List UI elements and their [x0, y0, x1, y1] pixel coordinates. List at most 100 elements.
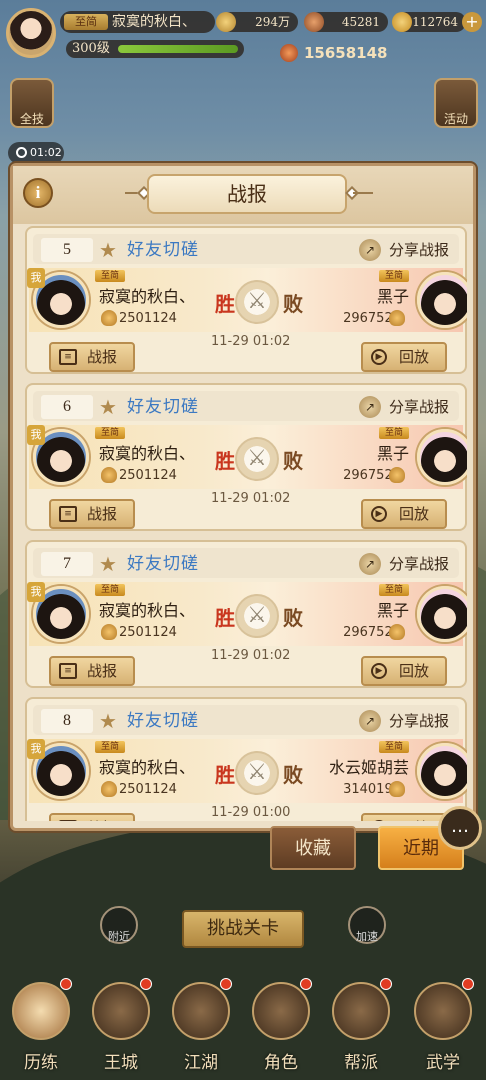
- character-icon: [252, 982, 310, 1040]
- power-icon: [101, 467, 117, 483]
- self-name: 寂寞的秋白、: [99, 601, 196, 620]
- view-report-button[interactable]: ≡ 战报: [49, 813, 135, 821]
- share-icon: ↗: [359, 710, 381, 732]
- nav-martial-arts[interactable]: 武学: [408, 976, 478, 1080]
- skills-side-button[interactable]: 全技: [10, 78, 54, 128]
- share-label: 分享战报: [389, 712, 450, 730]
- power-icon: [101, 781, 117, 797]
- chat-icon[interactable]: …: [438, 806, 482, 850]
- battle-strip: 我 至简 寂寞的秋白、 2501124 胜 ⚔ 败 至简 黑子 2967525: [27, 582, 467, 646]
- speed-up-button[interactable]: 加速: [348, 906, 386, 944]
- opponent-avatar[interactable]: [417, 743, 467, 799]
- nav-label: 帮派: [344, 1053, 378, 1073]
- report-icon: ≡: [59, 349, 77, 365]
- view-report-button[interactable]: ≡ 战报: [49, 656, 135, 686]
- report-index: 7: [41, 552, 93, 576]
- opponent-name: 黑子: [376, 444, 409, 463]
- info-icon[interactable]: i: [23, 178, 53, 208]
- crossed-swords-icon: ⚔: [235, 751, 279, 795]
- share-icon: ↗: [359, 239, 381, 261]
- challenge-stage-button[interactable]: 挑战关卡: [182, 910, 304, 948]
- report-icon: ≡: [59, 663, 77, 679]
- nearby-button[interactable]: 附近: [100, 906, 138, 944]
- me-tag: 我: [27, 582, 45, 602]
- activity-side-button[interactable]: 活动: [434, 78, 478, 128]
- self-name: 寂寞的秋白、: [99, 444, 196, 463]
- lose-label: 败: [283, 763, 303, 787]
- opponent-name: 黑子: [376, 601, 409, 620]
- replay-button[interactable]: ▶ 回放: [361, 342, 447, 372]
- opponent-avatar[interactable]: [417, 586, 467, 642]
- power-icon: [101, 624, 117, 640]
- replay-button[interactable]: ▶ 回放: [361, 813, 447, 821]
- opponent-avatar[interactable]: [417, 272, 467, 328]
- share-label: 分享战报: [389, 555, 450, 573]
- share-icon: ↗: [359, 553, 381, 575]
- clock-icon: [16, 147, 27, 158]
- nav-label: 历练: [24, 1053, 58, 1073]
- nav-royal-city[interactable]: 王城: [86, 976, 156, 1080]
- player-avatar[interactable]: [6, 8, 56, 58]
- nearby-label: 附近: [108, 930, 130, 943]
- opponent-rank-badge: 至简: [379, 270, 409, 282]
- coin-value: 294万: [255, 15, 290, 29]
- self-score: 2501124: [119, 625, 177, 640]
- report-type: 好友切磋: [127, 397, 199, 417]
- play-icon: ▶: [371, 506, 387, 522]
- notification-dot: [60, 978, 72, 990]
- nav-character[interactable]: 角色: [246, 976, 316, 1080]
- food-resource[interactable]: 45281: [304, 12, 388, 32]
- player-level: 300级: [72, 41, 110, 56]
- favorite-star-icon[interactable]: ★: [99, 711, 119, 731]
- report-index: 5: [41, 238, 93, 262]
- tab-collection[interactable]: 收藏: [270, 826, 356, 870]
- ingot-resource[interactable]: 112764: [392, 12, 466, 32]
- share-report-button[interactable]: ↗ 分享战报: [359, 395, 459, 419]
- share-icon: ↗: [359, 396, 381, 418]
- report-list[interactable]: 5 ★ 好友切磋 ↗ 分享战报 我 至简 寂寞的秋白、 2501124 胜 ⚔ …: [25, 226, 467, 821]
- share-report-button[interactable]: ↗ 分享战报: [359, 709, 459, 733]
- nav-jianghu[interactable]: 江湖: [166, 976, 236, 1080]
- coin-resource[interactable]: 294万: [216, 12, 298, 32]
- replay-button[interactable]: ▶ 回放: [361, 499, 447, 529]
- crossed-swords-icon: ⚔: [235, 594, 279, 638]
- notification-dot: [220, 978, 232, 990]
- nav-guild[interactable]: 帮派: [326, 976, 396, 1080]
- favorite-star-icon[interactable]: ★: [99, 554, 119, 574]
- opponent-avatar[interactable]: [417, 429, 467, 485]
- report-time: 11-29 01:02: [211, 648, 291, 663]
- nav-label: 王城: [104, 1053, 138, 1073]
- add-resource-button[interactable]: +: [462, 12, 482, 32]
- favorite-star-icon[interactable]: ★: [99, 397, 119, 417]
- view-report-button[interactable]: ≡ 战报: [49, 342, 135, 372]
- report-index: 8: [41, 709, 93, 733]
- lose-label: 败: [283, 449, 303, 473]
- skills-side-label: 全技: [19, 112, 44, 126]
- coin-icon: [216, 12, 236, 32]
- notification-dot: [140, 978, 152, 990]
- combat-power: 15658148: [278, 42, 398, 64]
- opponent-name: 黑子: [376, 287, 409, 306]
- self-name: 寂寞的秋白、: [99, 287, 196, 306]
- share-report-button[interactable]: ↗ 分享战报: [359, 238, 459, 262]
- nav-training[interactable]: 历练: [6, 976, 76, 1080]
- self-rank-badge: 至简: [95, 270, 125, 282]
- opponent-rank-badge: 至简: [379, 584, 409, 596]
- self-score: 2501124: [119, 782, 177, 797]
- sword-icon: [172, 982, 230, 1040]
- report-card: 6 ★ 好友切磋 ↗ 分享战报 我 至简 寂寞的秋白、 2501124 胜 ⚔ …: [25, 383, 467, 531]
- power-value: 15658148: [304, 44, 388, 62]
- self-rank-badge: 至简: [95, 584, 125, 596]
- power-icon: [389, 781, 405, 797]
- top-bar: 寂寞的秋白、 至简 300级 294万 45281 112764 + 15658…: [0, 0, 486, 80]
- report-time: 11-29 01:00: [211, 805, 291, 820]
- report-icon: ≡: [59, 820, 77, 821]
- view-report-button[interactable]: ≡ 战报: [49, 499, 135, 529]
- share-report-button[interactable]: ↗ 分享战报: [359, 552, 459, 576]
- me-tag: 我: [27, 425, 45, 445]
- favorite-star-icon[interactable]: ★: [99, 240, 119, 260]
- replay-button[interactable]: ▶ 回放: [361, 656, 447, 686]
- activity-side-label: 活动: [443, 112, 468, 126]
- power-icon: [389, 624, 405, 640]
- share-label: 分享战报: [389, 398, 450, 416]
